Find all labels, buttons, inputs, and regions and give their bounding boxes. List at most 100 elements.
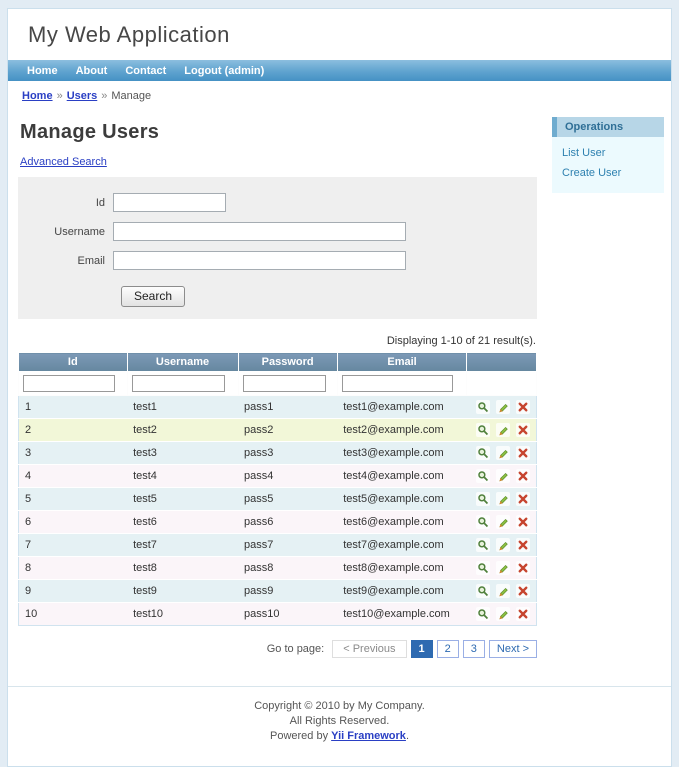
yii-framework-link[interactable]: Yii Framework bbox=[331, 730, 406, 742]
update-icon[interactable] bbox=[496, 561, 510, 575]
cell-email: test5@example.com bbox=[337, 488, 467, 511]
grid-summary: Displaying 1-10 of 21 result(s). bbox=[18, 335, 536, 347]
nav-item-about[interactable]: About bbox=[67, 61, 117, 81]
view-icon[interactable] bbox=[476, 400, 490, 414]
main-content: Manage Users Advanced Search IdUsernameE… bbox=[18, 110, 537, 668]
footer: Copyright © 2010 by My Company. All Righ… bbox=[8, 686, 671, 766]
operations-portlet-content: List UserCreate User bbox=[552, 137, 664, 193]
update-icon[interactable] bbox=[496, 492, 510, 506]
cell-id: 9 bbox=[19, 580, 128, 603]
delete-icon[interactable] bbox=[516, 400, 530, 414]
delete-icon[interactable] bbox=[516, 584, 530, 598]
update-icon[interactable] bbox=[496, 584, 510, 598]
cell-email: test8@example.com bbox=[337, 557, 467, 580]
delete-icon[interactable] bbox=[516, 561, 530, 575]
delete-icon[interactable] bbox=[516, 423, 530, 437]
table-row[interactable]: 6test6pass6test6@example.com bbox=[19, 511, 537, 534]
view-icon[interactable] bbox=[476, 446, 490, 460]
view-icon[interactable] bbox=[476, 584, 490, 598]
advanced-search-link[interactable]: Advanced Search bbox=[20, 156, 107, 168]
cell-username: test10 bbox=[127, 603, 238, 626]
cell-username: test7 bbox=[127, 534, 238, 557]
cell-password: pass8 bbox=[238, 557, 337, 580]
sidebar-link-list-user[interactable]: List User bbox=[552, 143, 664, 163]
cell-username: test4 bbox=[127, 465, 238, 488]
filter-input-username[interactable] bbox=[132, 375, 226, 392]
delete-icon[interactable] bbox=[516, 446, 530, 460]
cell-password: pass5 bbox=[238, 488, 337, 511]
update-icon[interactable] bbox=[496, 538, 510, 552]
column-header-password[interactable]: Password bbox=[238, 353, 337, 372]
table-row[interactable]: 9test9pass9test9@example.com bbox=[19, 580, 537, 603]
table-row[interactable]: 7test7pass7test7@example.com bbox=[19, 534, 537, 557]
sidebar-link-create-user[interactable]: Create User bbox=[552, 163, 664, 183]
filter-cell-empty bbox=[467, 372, 537, 396]
pager-next[interactable]: Next > bbox=[489, 640, 537, 658]
delete-icon[interactable] bbox=[516, 607, 530, 621]
footer-powered: Powered by Yii Framework. bbox=[8, 729, 671, 744]
search-input-email[interactable] bbox=[113, 251, 406, 270]
update-icon[interactable] bbox=[496, 469, 510, 483]
update-icon[interactable] bbox=[496, 515, 510, 529]
column-header-email[interactable]: Email bbox=[337, 353, 467, 372]
nav-item-logout-admin[interactable]: Logout (admin) bbox=[175, 61, 273, 81]
search-input-username[interactable] bbox=[113, 222, 406, 241]
cell-username: test9 bbox=[127, 580, 238, 603]
update-icon[interactable] bbox=[496, 446, 510, 460]
row-actions bbox=[467, 534, 537, 557]
table-row[interactable]: 4test4pass4test4@example.com bbox=[19, 465, 537, 488]
breadcrumb-users[interactable]: Users bbox=[67, 90, 98, 102]
cell-password: pass10 bbox=[238, 603, 337, 626]
table-row[interactable]: 8test8pass8test8@example.com bbox=[19, 557, 537, 580]
table-row[interactable]: 5test5pass5test5@example.com bbox=[19, 488, 537, 511]
view-icon[interactable] bbox=[476, 423, 490, 437]
pager-page-3[interactable]: 3 bbox=[463, 640, 485, 658]
cell-email: test10@example.com bbox=[337, 603, 467, 626]
view-icon[interactable] bbox=[476, 561, 490, 575]
search-input-id[interactable] bbox=[113, 193, 226, 212]
cell-id: 10 bbox=[19, 603, 128, 626]
nav-item-home[interactable]: Home bbox=[18, 61, 67, 81]
pager-page-1[interactable]: 1 bbox=[411, 640, 433, 658]
view-icon[interactable] bbox=[476, 607, 490, 621]
delete-icon[interactable] bbox=[516, 538, 530, 552]
table-row[interactable]: 3test3pass3test3@example.com bbox=[19, 442, 537, 465]
breadcrumb-manage: Manage bbox=[111, 90, 151, 102]
search-label-username: Username bbox=[18, 226, 113, 238]
cell-id: 8 bbox=[19, 557, 128, 580]
view-icon[interactable] bbox=[476, 492, 490, 506]
cell-username: test3 bbox=[127, 442, 238, 465]
row-actions bbox=[467, 488, 537, 511]
table-row[interactable]: 1test1pass1test1@example.com bbox=[19, 396, 537, 419]
search-button[interactable]: Search bbox=[121, 286, 185, 307]
table-row[interactable]: 10test10pass10test10@example.com bbox=[19, 603, 537, 626]
delete-icon[interactable] bbox=[516, 492, 530, 506]
table-row[interactable]: 2test2pass2test2@example.com bbox=[19, 419, 537, 442]
filter-input-id[interactable] bbox=[23, 375, 115, 392]
delete-icon[interactable] bbox=[516, 469, 530, 483]
view-icon[interactable] bbox=[476, 469, 490, 483]
column-header-id[interactable]: Id bbox=[19, 353, 128, 372]
breadcrumb-home[interactable]: Home bbox=[22, 90, 53, 102]
search-label-email: Email bbox=[18, 255, 113, 267]
view-icon[interactable] bbox=[476, 538, 490, 552]
update-icon[interactable] bbox=[496, 400, 510, 414]
update-icon[interactable] bbox=[496, 607, 510, 621]
cell-password: pass1 bbox=[238, 396, 337, 419]
search-panel: IdUsernameEmail Search bbox=[18, 177, 537, 319]
view-icon[interactable] bbox=[476, 515, 490, 529]
pager-page-2[interactable]: 2 bbox=[437, 640, 459, 658]
row-actions bbox=[467, 511, 537, 534]
cell-email: test2@example.com bbox=[337, 419, 467, 442]
delete-icon[interactable] bbox=[516, 515, 530, 529]
filter-input-password[interactable] bbox=[243, 375, 326, 392]
cell-id: 3 bbox=[19, 442, 128, 465]
pagination: Go to page:< Previous123Next > bbox=[18, 640, 537, 658]
row-actions bbox=[467, 442, 537, 465]
pager-previous: < Previous bbox=[332, 640, 406, 658]
nav-item-contact[interactable]: Contact bbox=[116, 61, 175, 81]
column-header-username[interactable]: Username bbox=[127, 353, 238, 372]
filter-input-email[interactable] bbox=[342, 375, 453, 392]
update-icon[interactable] bbox=[496, 423, 510, 437]
row-actions bbox=[467, 396, 537, 419]
